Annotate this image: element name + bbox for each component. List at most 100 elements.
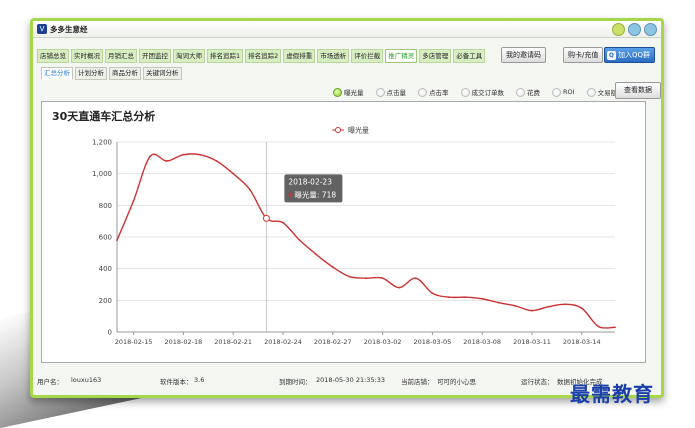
- status-bar: 用户名： louxu163 软件版本： 3.6 到期时间： 2018-05-30…: [33, 374, 661, 388]
- radio-dot-icon: [460, 87, 470, 97]
- x-tick-label: 2018-03-11: [513, 338, 551, 346]
- nav-tab[interactable]: 必备工具: [453, 49, 486, 63]
- legend-label: 曝光量: [348, 126, 369, 135]
- data-point: [381, 277, 384, 280]
- metric-option-label: 花费: [527, 89, 540, 97]
- x-tick-label: 2018-02-21: [214, 338, 252, 346]
- data-point: [315, 253, 318, 256]
- sub-tab[interactable]: 关键词分析: [143, 67, 182, 80]
- close-button[interactable]: [644, 23, 657, 36]
- x-tick-label: 2018-02-27: [314, 338, 352, 346]
- metric-option-label: 成交订单数: [471, 89, 505, 97]
- nav-tab[interactable]: 开团监控: [139, 49, 171, 63]
- view-data-button[interactable]: 查看数据: [615, 82, 661, 99]
- data-point: [348, 275, 351, 278]
- legend-marker-icon: [335, 127, 341, 133]
- series-line: [116, 153, 616, 329]
- data-point: [481, 297, 484, 300]
- y-tick-label: 600: [99, 234, 112, 242]
- data-point: [331, 266, 334, 268]
- metric-option[interactable]: 曝光量: [333, 87, 364, 97]
- nav-tab[interactable]: 多店管理: [419, 49, 452, 63]
- maximize-button[interactable]: [628, 23, 641, 36]
- nav-tab[interactable]: 店铺总览: [37, 49, 69, 63]
- y-tick-label: 800: [99, 202, 112, 210]
- join-qq-group-label: 加入QQ群: [617, 51, 650, 59]
- radio-dot-icon: [333, 87, 342, 97]
- data-point: [564, 303, 567, 306]
- x-tick-label: 2018-03-02: [364, 338, 402, 346]
- app-logo-icon: V: [37, 24, 47, 34]
- radio-dot-icon: [375, 87, 385, 97]
- metric-selector: 曝光量 点击量 点击率 成交订单数 花费 ROI 文易额: [333, 87, 617, 97]
- nav-tab[interactable]: 排名追踪1: [207, 49, 244, 63]
- metric-option[interactable]: 花费: [516, 87, 540, 97]
- line-chart: 0 200 400 600 800 1,000 1,200 2018-02-15 2018-02…: [92, 126, 616, 346]
- hover-marker: [262, 214, 270, 222]
- nav-tab[interactable]: 虚假排重: [283, 49, 316, 63]
- data-point: [199, 153, 201, 156]
- window-controls: [612, 23, 657, 36]
- nav-tab[interactable]: 排名追踪2: [245, 49, 282, 63]
- metric-option-label: 点击量: [386, 89, 407, 97]
- metric-option[interactable]: 点击量: [375, 87, 407, 97]
- app-window: V 多多生意经 店铺总览 实时概况 月销汇总 开团监控 淘词大师 排名追踪1 排名追踪2 虚假…: [30, 18, 664, 398]
- join-qq-group-button[interactable]: Q 加入QQ群: [603, 47, 655, 63]
- data-point: [464, 296, 467, 299]
- data-point: [116, 239, 118, 242]
- tooltip-date: 2018-02-23: [288, 177, 332, 186]
- y-tick-label: 1,200: [92, 139, 112, 147]
- metric-option[interactable]: ROI: [552, 87, 575, 97]
- user-value: louxu163: [71, 376, 102, 384]
- data-point: [165, 160, 168, 162]
- data-point: [580, 307, 583, 310]
- radio-dot-icon: [418, 87, 427, 97]
- run-status-label: 运行状态：: [521, 378, 554, 386]
- data-point: [597, 325, 600, 328]
- y-tick-label: 400: [99, 265, 112, 273]
- nav-tab[interactable]: 推广精灵: [385, 49, 418, 63]
- nav-tab[interactable]: 评价拦截: [351, 49, 384, 63]
- y-tick-label: 200: [99, 297, 112, 305]
- title-bar: V 多多生意经: [33, 21, 661, 38]
- nav-tab[interactable]: 淘词大师: [173, 49, 205, 63]
- sub-tab[interactable]: 计划分析: [75, 67, 107, 80]
- data-point: [531, 309, 533, 312]
- x-tick-label: 2018-03-08: [463, 338, 501, 346]
- shop-label: 当前店铺：: [401, 378, 434, 386]
- metric-option[interactable]: 文易额: [586, 87, 617, 97]
- recharge-button[interactable]: 购卡/充值: [563, 47, 604, 63]
- x-tick-label: 2018-02-15: [115, 338, 153, 346]
- user-label: 用户名：: [37, 378, 63, 386]
- data-point: [514, 304, 517, 307]
- sub-tab[interactable]: 商品分析: [109, 67, 141, 80]
- version-label: 软件版本：: [160, 378, 193, 386]
- x-tick-label: 2018-03-05: [414, 338, 452, 346]
- data-point: [282, 221, 284, 224]
- radio-dot-icon: [516, 87, 525, 97]
- metric-option[interactable]: 点击率: [418, 87, 449, 97]
- metric-option[interactable]: 成交订单数: [460, 87, 505, 97]
- data-point: [497, 301, 500, 304]
- data-point: [182, 153, 185, 156]
- sub-tab[interactable]: 汇总分析: [41, 67, 73, 80]
- nav-tab[interactable]: 月销汇总: [105, 49, 137, 63]
- metric-option-label: 点击率: [429, 89, 449, 97]
- data-point: [398, 286, 401, 289]
- y-tick-label: 0: [108, 329, 112, 337]
- nav-tab[interactable]: 实时概况: [71, 49, 103, 63]
- invite-code-button[interactable]: 我的邀请码: [501, 47, 546, 63]
- data-point: [448, 296, 450, 299]
- x-tick-label: 2018-03-14: [563, 338, 601, 346]
- data-point: [547, 305, 550, 308]
- expire-value: 2018-05-30 21:35:33: [316, 376, 386, 384]
- chart-panel: 30天直通车汇总分析 0 200 400 600 800 1,000 1,200 2018-0…: [41, 101, 646, 363]
- y-tick-label: 1,000: [92, 170, 112, 178]
- data-point: [149, 155, 152, 158]
- minimize-button[interactable]: [612, 23, 625, 36]
- qq-icon: Q: [606, 50, 616, 60]
- tooltip-value: 曝光量: 718: [294, 189, 336, 199]
- data-point: [248, 188, 251, 191]
- radio-dot-icon: [586, 87, 596, 97]
- nav-tab[interactable]: 市场透析: [317, 49, 350, 63]
